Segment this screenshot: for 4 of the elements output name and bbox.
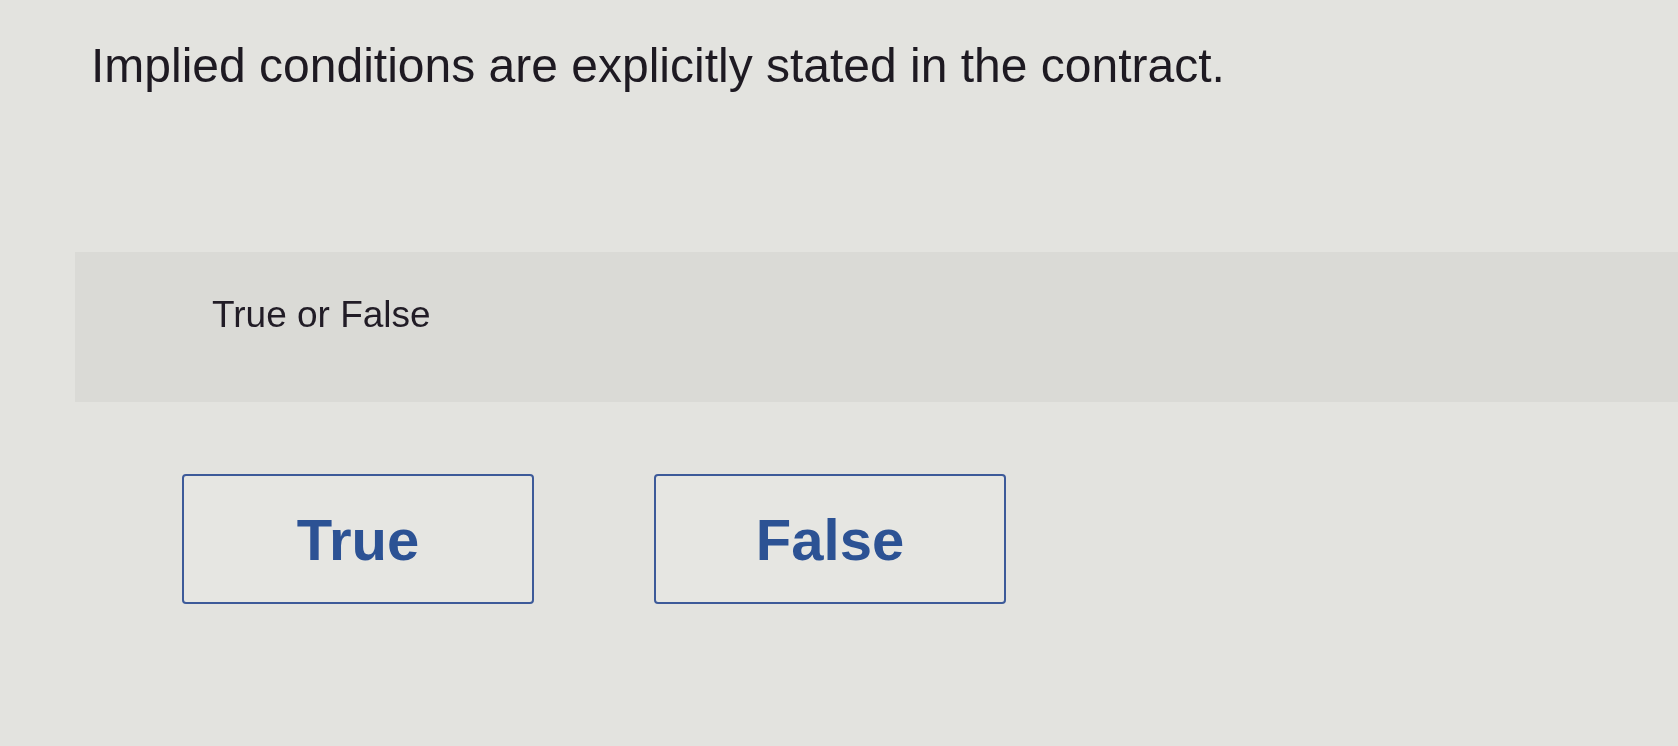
answer-button[interactable]: True [182,474,534,604]
question-text: Implied conditions are explicitly stated in the contract. [90,38,1226,94]
answer-button[interactable]: False [654,474,1006,604]
prompt-text: True or False [212,294,431,335]
